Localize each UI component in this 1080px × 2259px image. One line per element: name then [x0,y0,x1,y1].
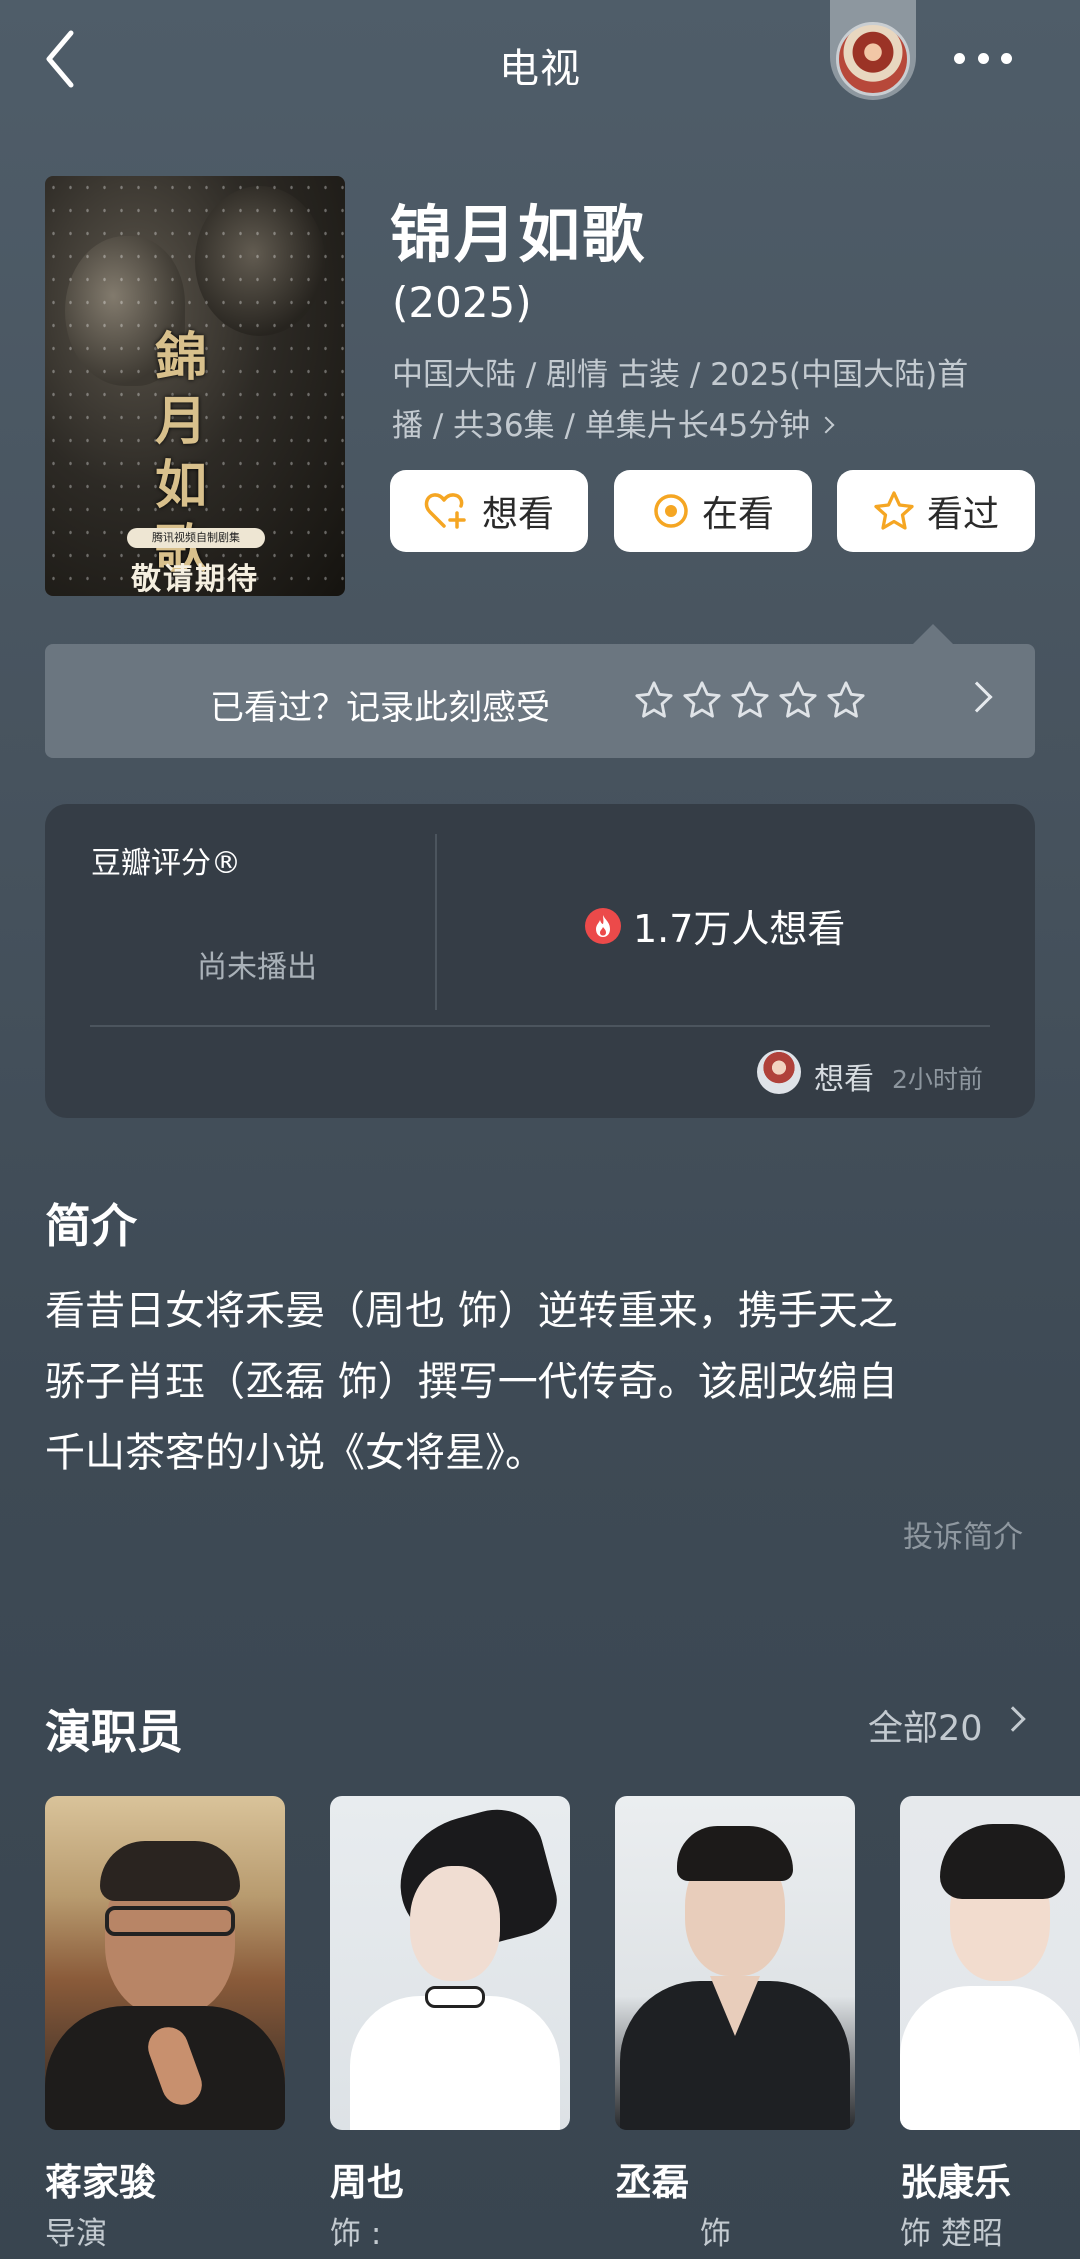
report-intro-link[interactable]: 投诉简介 [903,1512,1023,1556]
cast-role: 导演 [45,2216,107,2252]
watching-button[interactable]: 在看 [614,470,812,552]
avatar[interactable] [757,1050,801,1094]
record-feeling-text: 已看过？记录此刻感受 [210,688,550,728]
star-icon[interactable] [730,680,770,720]
cast-photo[interactable] [615,1796,855,2130]
intro-heading: 简介 [45,1199,137,1253]
dot-icon [954,52,965,64]
show-meta-line: 中国大陆 / 剧情 古装 / 2025(中国大陆)首 [392,357,969,393]
show-meta-line-2: 播 / 共36集 / 单集片长45分钟 [392,401,1012,452]
show-year: (2025) [392,278,532,327]
avatar [836,22,910,96]
intro-line: 看昔日女将禾晏（周也 饰）逆转重来，携手天之 [45,1288,898,1334]
dot-icon [1001,52,1012,64]
page-title: 电视 [499,46,581,92]
heart-plus-icon [424,493,466,529]
chevron-right-icon[interactable] [1000,1706,1026,1732]
show-meta-text: 播 / 共36集 / 单集片长45分钟 [392,408,811,444]
star-icon[interactable] [826,680,866,720]
fire-icon [585,907,621,944]
cast-all-link[interactable]: 全部20 [868,1700,983,1751]
want-button[interactable]: 想看 [390,470,588,552]
watched-label: 看过 [926,494,999,535]
cast-photo[interactable] [900,1796,1080,2130]
rating-status: 尚未播出 [197,950,317,985]
star-rating[interactable] [634,680,866,720]
douban-rating-label: 豆瓣评分® [91,846,241,881]
target-icon [654,494,688,528]
cast-role: 饰 : [330,2216,382,2252]
intro-line: 骄子肖珏（丞磊 饰）撰写一代传奇。该剧改编自 [45,1359,898,1405]
more-options-button[interactable] [948,40,1018,76]
cast-photo[interactable] [330,1796,570,2130]
star-icon[interactable] [778,680,818,720]
cast-heading: 演职员 [45,1705,183,1759]
want-count-group[interactable]: 1.7万人想看 [585,898,845,953]
want-count: 1.7万人想看 [633,907,846,951]
watched-button[interactable]: 看过 [837,470,1035,552]
poster-tagline: 敬请期待 [131,562,259,596]
want-label: 想看 [481,494,554,535]
star-icon[interactable] [634,680,674,720]
intro-body: 看昔日女将禾晏（周也 饰）逆转重来，携手天之 骄子肖珏（丞磊 饰）撰写一代传奇。… [45,1276,1030,1489]
divider [90,1025,990,1027]
user-avatar-button[interactable] [830,0,916,100]
cast-name[interactable]: 张康乐 [900,2152,1011,2206]
star-icon[interactable] [682,680,722,720]
activity-time: 2小时前 [892,1065,983,1094]
cast-photo[interactable] [45,1796,285,2130]
pointer-caret [913,624,953,644]
activity-action: 想看 [814,1062,874,1097]
cast-role: 饰 楚昭 [900,2216,1003,2252]
poster-image[interactable]: 錦月如歌 腾讯视频自制剧集 敬请期待 [45,176,345,596]
cast-name[interactable]: 丞磊 [615,2152,689,2206]
cast-role: 饰 [700,2216,731,2252]
dot-icon [977,52,989,64]
divider [435,834,437,1010]
chevron-right-icon [817,416,835,433]
intro-line: 千山茶客的小说《女将星》。 [45,1430,545,1476]
star-icon [874,491,914,530]
show-title: 锦月如歌 [390,198,647,271]
poster-badge: 腾讯视频自制剧集 [127,528,265,548]
watching-label: 在看 [701,494,774,535]
cast-name[interactable]: 周也 [330,2152,404,2206]
cast-name[interactable]: 蒋家骏 [45,2152,156,2206]
show-meta[interactable]: 中国大陆 / 剧情 古装 / 2025(中国大陆)首 播 / 共36集 / 单集… [392,350,1012,452]
